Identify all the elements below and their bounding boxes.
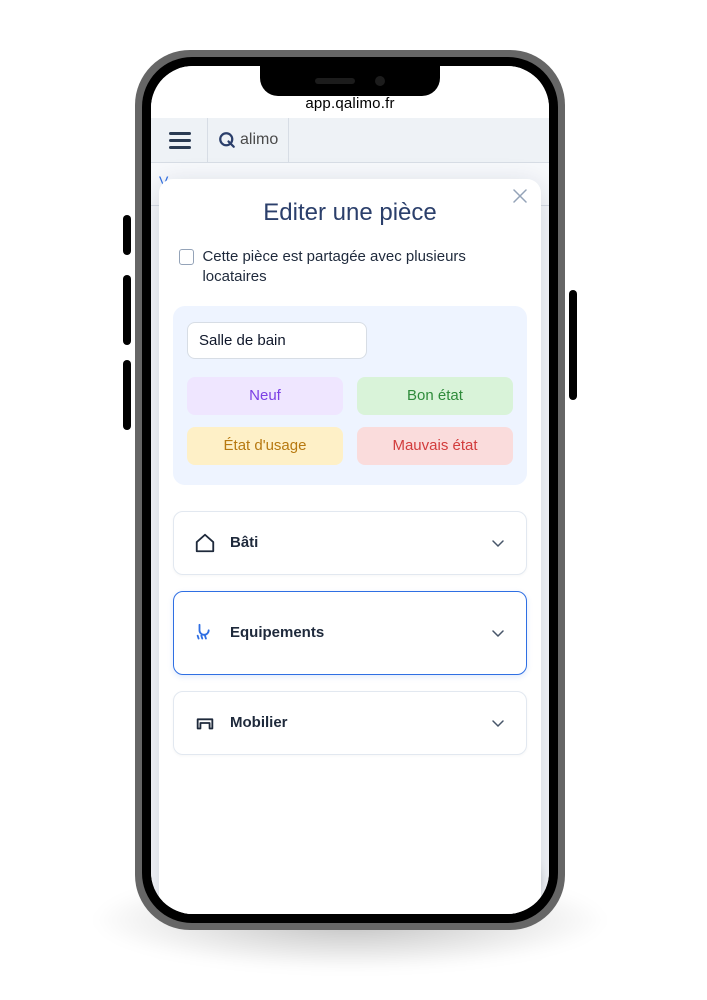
close-icon [513, 189, 527, 203]
state-etat-usage-button[interactable]: État d'usage [187, 427, 343, 465]
state-bon-etat-button[interactable]: Bon état [357, 377, 513, 415]
shower-icon [194, 622, 216, 644]
house-icon [194, 532, 216, 554]
chevron-down-icon [490, 625, 506, 641]
chevron-down-icon [490, 535, 506, 551]
hamburger-menu-icon[interactable] [161, 126, 199, 155]
accordion-equipements[interactable]: Equipements [173, 591, 527, 675]
brand-name: alimo [240, 131, 278, 149]
accordion-mobilier[interactable]: Mobilier [173, 691, 527, 755]
qalimo-logo-icon [218, 131, 236, 149]
room-name-input[interactable] [187, 322, 367, 359]
accordion-label: Equipements [230, 624, 476, 641]
app-header: alimo [151, 118, 549, 163]
accordion-label: Bâti [230, 534, 476, 551]
accordion-bati[interactable]: Bâti [173, 511, 527, 575]
shared-room-checkbox[interactable] [179, 249, 194, 265]
browser-url: app.qalimo.fr [305, 95, 394, 112]
state-neuf-button[interactable]: Neuf [187, 377, 343, 415]
room-state-panel: Neuf Bon état État d'usage Mauvais état [173, 306, 527, 485]
shared-room-checkbox-row[interactable]: Cette pièce est partagée avec plusieurs … [179, 247, 521, 288]
accordion-label: Mobilier [230, 714, 476, 731]
state-mauvais-etat-button[interactable]: Mauvais état [357, 427, 513, 465]
modal-title: Editer une pièce [173, 199, 527, 227]
shared-room-label: Cette pièce est partagée avec plusieurs … [202, 247, 521, 288]
chevron-down-icon [490, 715, 506, 731]
edit-room-modal: Editer une pièce Cette pièce est partagé… [159, 179, 541, 914]
brand-logo-area[interactable]: alimo [207, 118, 289, 162]
close-button[interactable] [513, 189, 527, 208]
furniture-icon [194, 712, 216, 734]
